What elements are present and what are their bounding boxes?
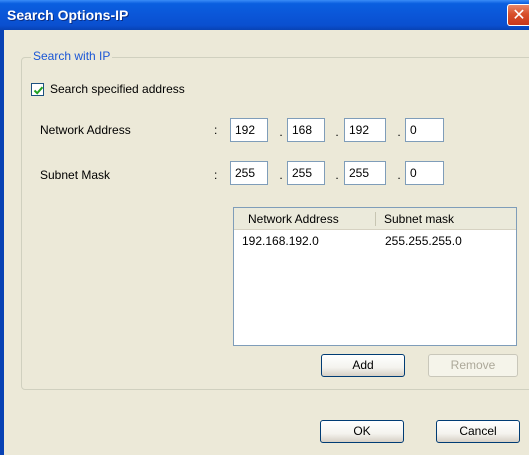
column-separator (375, 212, 376, 226)
network-address-octet-4[interactable]: 0 (405, 118, 444, 142)
list-header: Network Address Subnet mask (234, 208, 516, 230)
subnet-mask-octet-3[interactable]: 255 (344, 161, 386, 185)
column-header-subnet-mask[interactable]: Subnet mask (378, 208, 454, 230)
network-address-colon: : (214, 123, 218, 137)
column-header-network-address[interactable]: Network Address (242, 208, 339, 230)
subnet-mask-octet-1[interactable]: 255 (230, 161, 268, 185)
address-list[interactable]: Network Address Subnet mask 192.168.192.… (233, 207, 517, 346)
cancel-button[interactable]: Cancel (436, 420, 520, 443)
subnet-mask-dot-3: . (397, 168, 401, 182)
network-address-octet-1[interactable]: 192 (230, 118, 268, 142)
title-bar[interactable]: Search Options-IP ✕ (0, 0, 529, 30)
checkmark-icon (33, 86, 44, 95)
network-address-label: Network Address (40, 123, 131, 137)
search-options-dialog: Search Options-IP ✕ Search with IP Searc… (0, 0, 529, 455)
network-address-dot-3: . (397, 125, 401, 139)
search-specified-address-checkbox[interactable] (31, 83, 44, 96)
close-button[interactable]: ✕ (507, 4, 529, 26)
subnet-mask-octet-4[interactable]: 0 (405, 161, 444, 185)
subnet-mask-dot-2: . (335, 168, 339, 182)
subnet-mask-colon: : (214, 168, 218, 182)
network-address-dot-1: . (279, 125, 283, 139)
network-address-octet-2[interactable]: 168 (287, 118, 325, 142)
network-address-dot-2: . (335, 125, 339, 139)
window-frame-left (0, 30, 4, 455)
row-subnet-mask: 255.255.255.0 (385, 234, 462, 248)
subnet-mask-octet-2[interactable]: 255 (287, 161, 325, 185)
subnet-mask-dot-1: . (279, 168, 283, 182)
ok-button[interactable]: OK (320, 420, 404, 443)
remove-button[interactable]: Remove (428, 354, 518, 377)
row-network-address: 192.168.192.0 (242, 234, 319, 248)
group-legend: Search with IP (31, 49, 113, 63)
search-specified-address-label[interactable]: Search specified address (50, 82, 185, 96)
close-icon: ✕ (512, 5, 526, 24)
network-address-octet-3[interactable]: 192 (344, 118, 386, 142)
dialog-title: Search Options-IP (7, 7, 129, 23)
add-button[interactable]: Add (321, 354, 405, 377)
subnet-mask-label: Subnet Mask (40, 168, 111, 182)
